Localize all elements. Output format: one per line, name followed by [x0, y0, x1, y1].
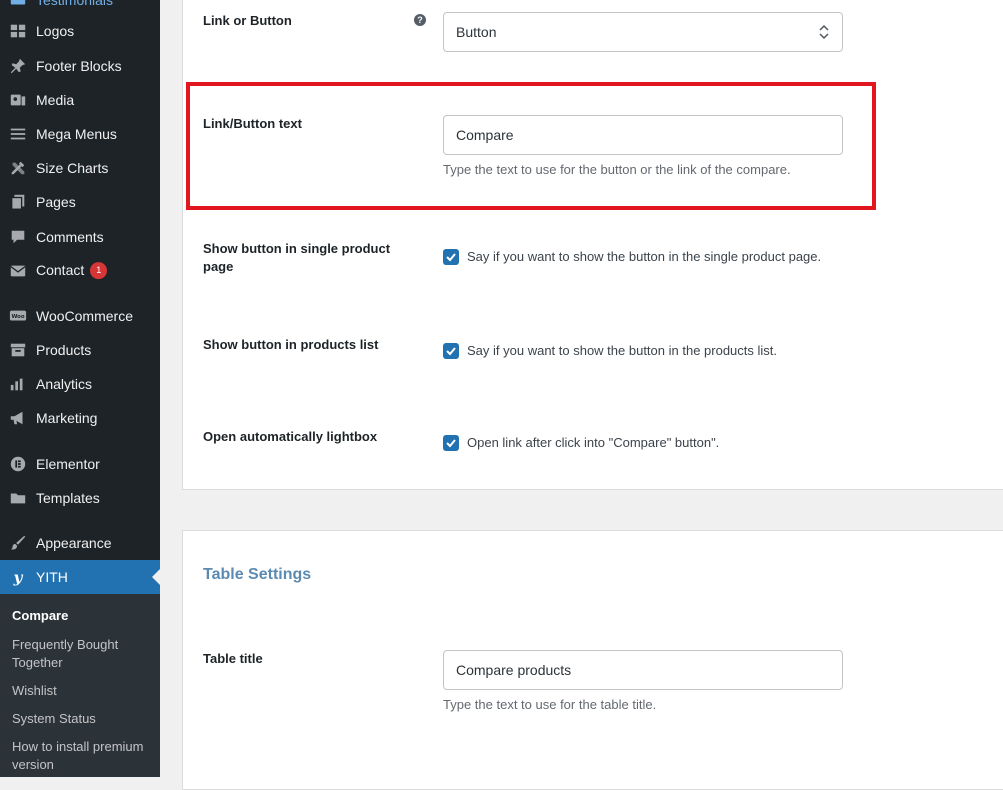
- elementor-icon: [8, 454, 28, 474]
- sidebar-item-size-charts[interactable]: Size Charts: [0, 151, 160, 185]
- table-title-label: Table title: [203, 651, 263, 666]
- archive-icon: [8, 340, 28, 360]
- folder-icon: [8, 488, 28, 508]
- link-button-text-label: Link/Button text: [203, 116, 302, 131]
- chart-icon: [8, 374, 28, 394]
- submenu-item-install-premium[interactable]: How to install premium version: [12, 738, 152, 774]
- sidebar-item-logos[interactable]: Logos: [0, 14, 160, 48]
- admin-sidebar: Testimonials Logos Footer Blocks Media M…: [0, 0, 160, 777]
- table-title-description: Type the text to use for the table title…: [443, 697, 657, 712]
- link-button-text-input[interactable]: [443, 115, 843, 155]
- help-icon[interactable]: ?: [414, 14, 426, 26]
- open-lightbox-description: Open link after click into "Compare" but…: [467, 435, 720, 450]
- mail-icon: [8, 261, 28, 281]
- comment-icon: [8, 227, 28, 247]
- sidebar-item-pages[interactable]: Pages: [0, 185, 160, 219]
- open-lightbox-checkbox[interactable]: [443, 435, 459, 451]
- yith-icon: y: [8, 567, 28, 587]
- sidebar-item-contact[interactable]: Contact 1: [0, 254, 160, 288]
- brush-icon: [8, 533, 28, 553]
- sidebar-item-footer-blocks[interactable]: Footer Blocks: [0, 49, 160, 83]
- show-list-checkbox[interactable]: [443, 343, 459, 359]
- link-or-button-label: Link or Button: [203, 13, 292, 28]
- checkmark-icon: [446, 439, 456, 448]
- submenu-item-frequently-bought-together[interactable]: Frequently Bought Together: [12, 636, 152, 672]
- chevron-updown-icon: [819, 24, 829, 40]
- sidebar-item-media[interactable]: Media: [0, 83, 160, 117]
- notification-badge: 1: [90, 261, 108, 279]
- show-list-label: Show button in products list: [203, 337, 379, 352]
- submenu-item-system-status[interactable]: System Status: [12, 710, 152, 728]
- sidebar-item-analytics[interactable]: Analytics: [0, 367, 160, 401]
- sidebar-item-woocommerce[interactable]: Woo WooCommerce: [0, 299, 160, 333]
- checkmark-icon: [446, 253, 456, 262]
- sidebar-item-elementor[interactable]: Elementor: [0, 447, 160, 481]
- sidebar-item-appearance[interactable]: Appearance: [0, 526, 160, 560]
- testimonials-icon: [8, 0, 28, 10]
- menu-icon: [8, 124, 28, 144]
- section-title: Table Settings: [203, 566, 312, 583]
- media-icon: [8, 90, 28, 110]
- submenu-item-compare[interactable]: Compare: [12, 607, 152, 625]
- pin-icon: [8, 56, 28, 76]
- pages-icon: [8, 192, 28, 212]
- sidebar-item-comments[interactable]: Comments: [0, 220, 160, 254]
- svg-text:Woo: Woo: [11, 314, 24, 320]
- link-or-button-select[interactable]: Button: [443, 12, 843, 52]
- show-single-description: Say if you want to show the button in th…: [467, 249, 822, 264]
- checkmark-icon: [446, 347, 456, 356]
- sidebar-item-templates[interactable]: Templates: [0, 481, 160, 515]
- show-single-checkbox[interactable]: [443, 249, 459, 265]
- show-single-label: Show button in single product page: [203, 241, 391, 274]
- tools-icon: [8, 158, 28, 178]
- sidebar-item-products[interactable]: Products: [0, 333, 160, 367]
- open-lightbox-label: Open automatically lightbox: [203, 429, 378, 444]
- select-value: Button: [456, 24, 497, 40]
- yith-submenu: Compare Frequently Bought Together Wishl…: [0, 594, 160, 777]
- sidebar-item-marketing[interactable]: Marketing: [0, 401, 160, 435]
- submenu-item-wishlist[interactable]: Wishlist: [12, 682, 152, 700]
- table-title-input[interactable]: [443, 650, 843, 690]
- megaphone-icon: [8, 408, 28, 428]
- sidebar-item-mega-menus[interactable]: Mega Menus: [0, 117, 160, 151]
- show-list-description: Say if you want to show the button in th…: [467, 343, 778, 358]
- svg-text:y: y: [13, 568, 24, 586]
- woo-icon: Woo: [8, 306, 28, 326]
- link-button-text-description: Type the text to use for the button or t…: [443, 162, 791, 177]
- sidebar-item-label: Contact: [36, 262, 85, 279]
- grid-icon: [8, 21, 28, 41]
- sidebar-item-yith[interactable]: y YITH: [0, 560, 160, 594]
